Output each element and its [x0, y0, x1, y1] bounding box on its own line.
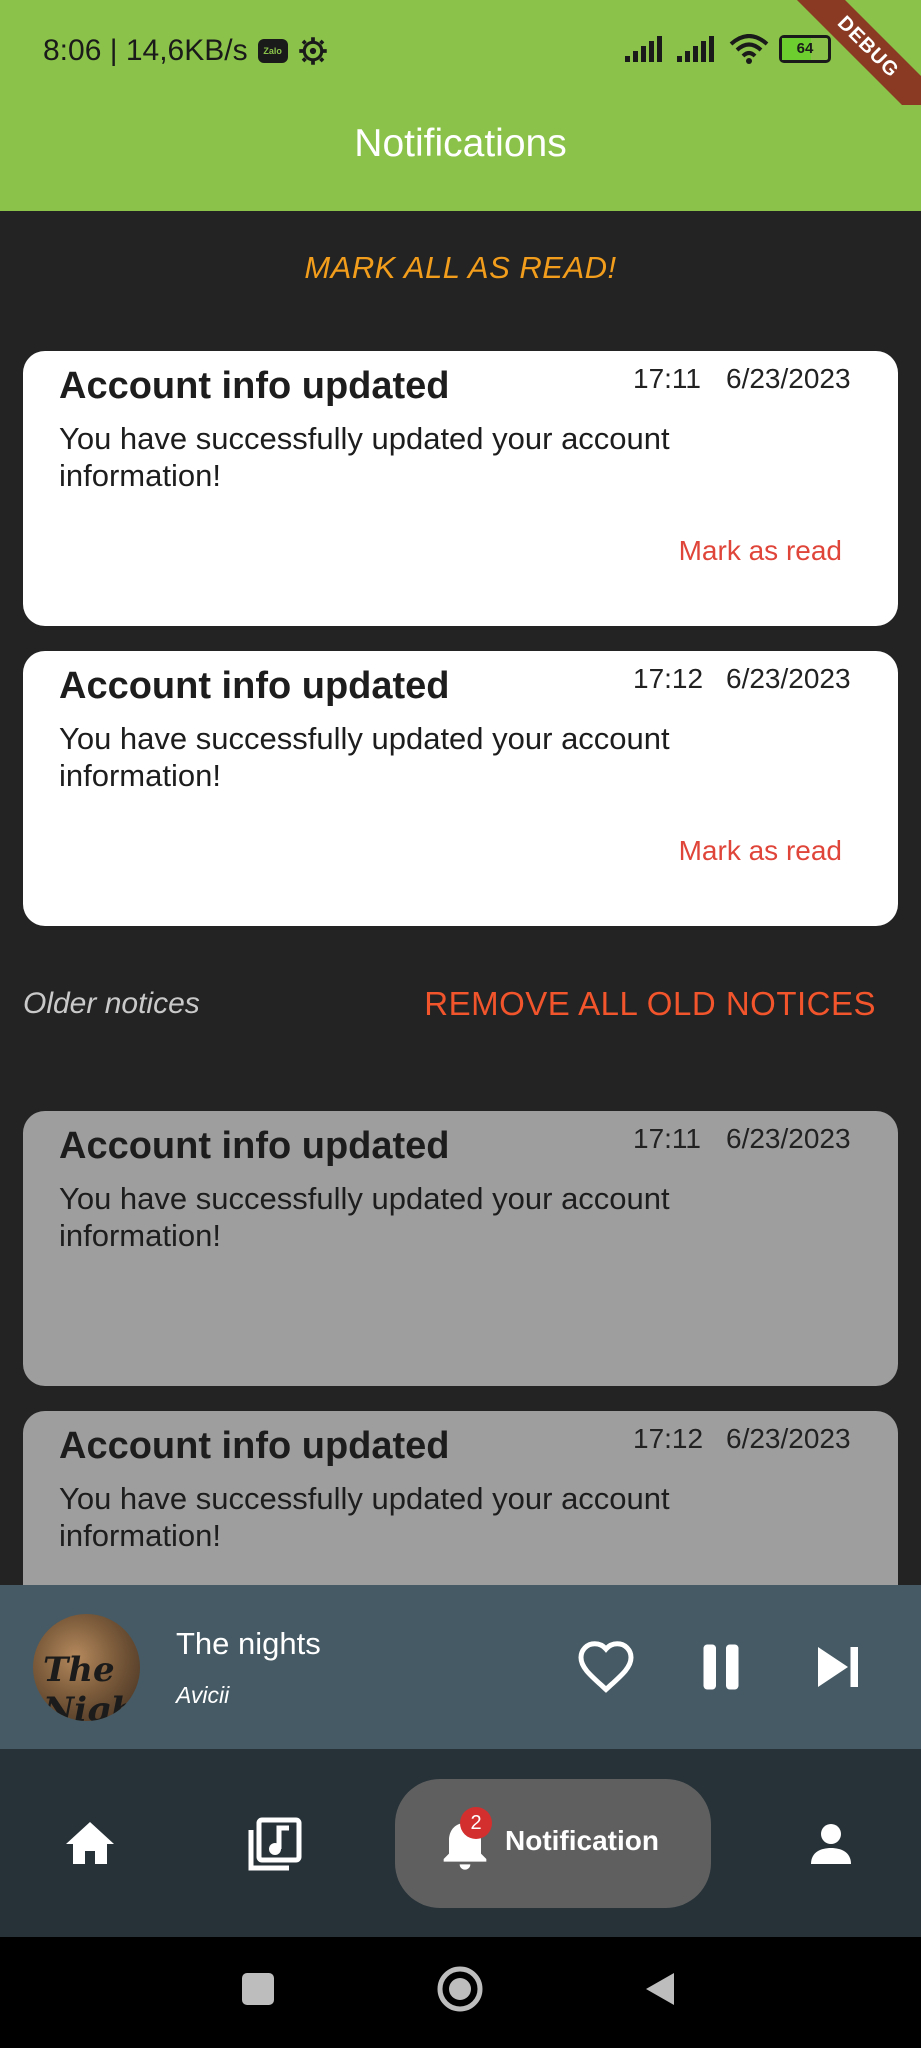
notification-title: Account info updated	[59, 1425, 450, 1467]
mark-as-read-button[interactable]: Mark as read	[679, 835, 842, 867]
mark-all-read-button[interactable]: MARK ALL AS READ!	[0, 250, 921, 286]
nav-item-label: Notification	[505, 1825, 659, 1856]
skip-next-icon[interactable]	[808, 1637, 868, 1697]
notification-body: You have successfully updated your accou…	[59, 1481, 670, 1553]
older-notices-label: Older notices	[23, 987, 200, 1020]
notification-body: You have successfully updated your accou…	[59, 421, 670, 493]
mini-player[interactable]: The Nights The nights Avicii	[0, 1585, 921, 1749]
notification-body: You have successfully updated your accou…	[59, 1181, 670, 1253]
notification-card[interactable]: Account info updated 17:11 6/23/2023 You…	[23, 351, 898, 626]
profile-icon[interactable]	[791, 1804, 871, 1884]
notification-title: Account info updated	[59, 1125, 450, 1167]
status-right: 64	[625, 34, 831, 64]
notification-time: 17:11	[633, 1123, 701, 1154]
notification-badge: 2	[460, 1807, 492, 1839]
notification-time: 17:12	[633, 1423, 704, 1454]
album-art[interactable]: The Nights	[33, 1614, 140, 1721]
system-nav-bar	[0, 1937, 921, 2048]
notification-body: You have successfully updated your accou…	[59, 721, 670, 793]
notification-title: Account info updated	[59, 665, 450, 707]
music-library-icon[interactable]	[235, 1804, 315, 1884]
settings-gear-icon	[298, 37, 327, 65]
recent-apps-icon[interactable]	[238, 1969, 278, 2009]
back-icon[interactable]	[640, 1969, 680, 2009]
home-icon[interactable]	[50, 1804, 130, 1884]
notification-card[interactable]: Account info updated 17:12 6/23/2023 You…	[23, 651, 898, 926]
status-bar: 8:06 | 14,6KB/s Zalo 64 DEBUG	[0, 0, 921, 134]
notification-title: Account info updated	[59, 365, 450, 407]
battery-level: 64	[796, 40, 814, 57]
remove-all-old-button[interactable]: REMOVE ALL OLD NOTICES	[424, 985, 876, 1023]
notification-date: 6/23/2023	[726, 1423, 851, 1454]
page-title: Notifications	[354, 122, 567, 165]
nav-item-notification[interactable]: 2 Notification	[395, 1779, 711, 1908]
battery-icon: 64	[779, 35, 831, 63]
zalo-icon: Zalo	[257, 39, 288, 63]
status-time-speed: 8:06 | 14,6KB/s	[43, 34, 248, 67]
wifi-icon	[729, 34, 769, 64]
album-art-text: The Nights	[43, 1650, 140, 1721]
track-title: The nights	[176, 1626, 321, 1661]
notification-time: 17:12	[633, 663, 704, 694]
notification-time: 17:11	[633, 363, 701, 394]
heart-icon[interactable]	[576, 1637, 636, 1697]
old-notification-card[interactable]: Account info updated 17:11 6/23/2023 You…	[23, 1111, 898, 1386]
bottom-nav: 2 Notification	[0, 1749, 921, 1937]
track-artist: Avicii	[176, 1682, 230, 1708]
pause-icon[interactable]	[691, 1637, 751, 1697]
notification-date: 6/23/2023	[726, 363, 851, 394]
home-button-icon[interactable]	[435, 1964, 485, 2014]
signal-icon	[625, 36, 662, 62]
status-left: 8:06 | 14,6KB/s Zalo	[43, 34, 328, 68]
app-bar: Notifications	[0, 105, 921, 211]
notification-date: 6/23/2023	[726, 1123, 851, 1154]
mark-as-read-button[interactable]: Mark as read	[679, 535, 842, 567]
signal-icon-2	[677, 36, 714, 62]
notification-date: 6/23/2023	[726, 663, 851, 694]
